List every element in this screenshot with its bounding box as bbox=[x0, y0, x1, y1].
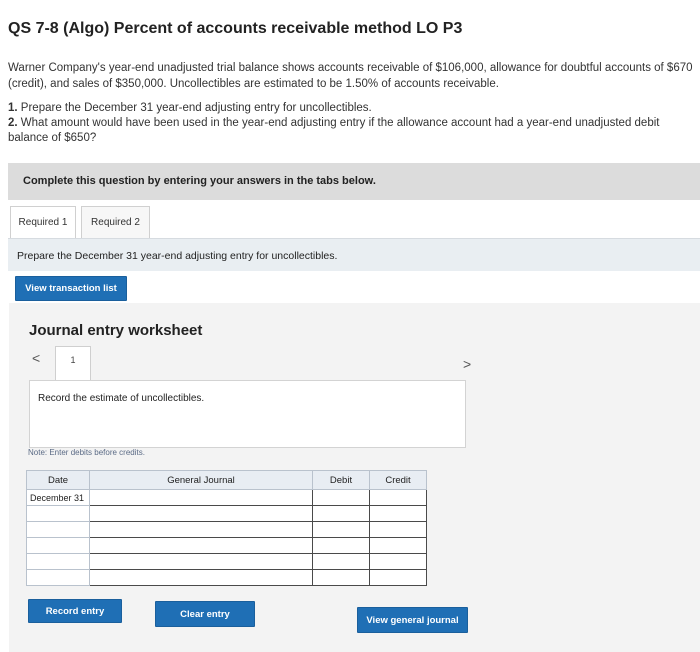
question-title: QS 7-8 (Algo) Percent of accounts receiv… bbox=[8, 20, 463, 37]
record-instruction-text: Record the estimate of uncollectibles. bbox=[38, 393, 205, 404]
account-input[interactable] bbox=[89, 569, 313, 586]
requirement-prompt: Prepare the December 31 year-end adjusti… bbox=[17, 250, 338, 262]
debit-input[interactable] bbox=[312, 505, 370, 522]
date-cell[interactable] bbox=[26, 521, 90, 538]
credit-column-header: Credit bbox=[369, 470, 427, 490]
date-cell[interactable] bbox=[26, 553, 90, 570]
debit-input[interactable] bbox=[312, 521, 370, 538]
debit-column-header: Debit bbox=[312, 470, 370, 490]
date-cell[interactable]: December 31 bbox=[26, 489, 90, 506]
requirement-text: What amount would have been used in the … bbox=[8, 117, 660, 144]
account-input[interactable] bbox=[89, 537, 313, 554]
date-column-header: Date bbox=[26, 470, 90, 490]
table-row bbox=[26, 521, 427, 538]
question-page: QS 7-8 (Algo) Percent of accounts receiv… bbox=[0, 0, 700, 652]
credit-input[interactable] bbox=[369, 537, 427, 554]
entry-note: Note: Enter debits before credits. bbox=[28, 448, 145, 457]
debit-input[interactable] bbox=[312, 537, 370, 554]
requirement-number: 2. bbox=[8, 117, 18, 129]
requirement-item: 2. What amount would have been used in t… bbox=[8, 116, 693, 146]
account-input[interactable] bbox=[89, 489, 313, 506]
debit-input[interactable] bbox=[312, 569, 370, 586]
view-transaction-list-button[interactable]: View transaction list bbox=[15, 276, 127, 301]
requirement-item: 1. Prepare the December 31 year-end adju… bbox=[8, 101, 693, 116]
record-instruction-box: Record the estimate of uncollectibles. bbox=[29, 380, 466, 448]
credit-input[interactable] bbox=[369, 489, 427, 506]
credit-input[interactable] bbox=[369, 553, 427, 570]
debit-input[interactable] bbox=[312, 489, 370, 506]
debit-input[interactable] bbox=[312, 553, 370, 570]
journal-entry-table: Date General Journal Debit Credit Decemb… bbox=[26, 470, 427, 586]
requirement-prompt-bar: Prepare the December 31 year-end adjusti… bbox=[8, 238, 700, 271]
date-cell[interactable] bbox=[26, 569, 90, 586]
date-cell[interactable] bbox=[26, 505, 90, 522]
instructions-bar: Complete this question by entering your … bbox=[8, 163, 700, 200]
general-journal-column-header: General Journal bbox=[89, 470, 313, 490]
date-cell[interactable] bbox=[26, 537, 90, 554]
account-input[interactable] bbox=[89, 521, 313, 538]
chevron-right-icon[interactable]: > bbox=[463, 356, 471, 372]
table-row bbox=[26, 505, 427, 522]
instructions-text: Complete this question by entering your … bbox=[23, 175, 376, 187]
tab-required-2[interactable]: Required 2 bbox=[81, 206, 150, 238]
credit-input[interactable] bbox=[369, 521, 427, 538]
table-row bbox=[26, 553, 427, 570]
account-input[interactable] bbox=[89, 553, 313, 570]
requirements-list: 1. Prepare the December 31 year-end adju… bbox=[8, 101, 693, 146]
worksheet-title: Journal entry worksheet bbox=[29, 322, 203, 339]
tab-required-1[interactable]: Required 1 bbox=[10, 206, 76, 238]
credit-input[interactable] bbox=[369, 569, 427, 586]
requirement-number: 1. bbox=[8, 102, 18, 114]
credit-input[interactable] bbox=[369, 505, 427, 522]
table-row bbox=[26, 537, 427, 554]
requirement-text: Prepare the December 31 year-end adjusti… bbox=[20, 102, 372, 114]
record-entry-button[interactable]: Record entry bbox=[28, 599, 122, 623]
worksheet-page-tab[interactable]: 1 bbox=[55, 346, 91, 380]
clear-entry-button[interactable]: Clear entry bbox=[155, 601, 255, 627]
chevron-left-icon[interactable]: < bbox=[32, 350, 40, 366]
problem-text: Warner Company's year-end unadjusted tri… bbox=[8, 62, 693, 90]
account-input[interactable] bbox=[89, 505, 313, 522]
table-row: December 31 bbox=[26, 489, 427, 506]
table-row bbox=[26, 569, 427, 586]
view-general-journal-button[interactable]: View general journal bbox=[357, 607, 468, 633]
